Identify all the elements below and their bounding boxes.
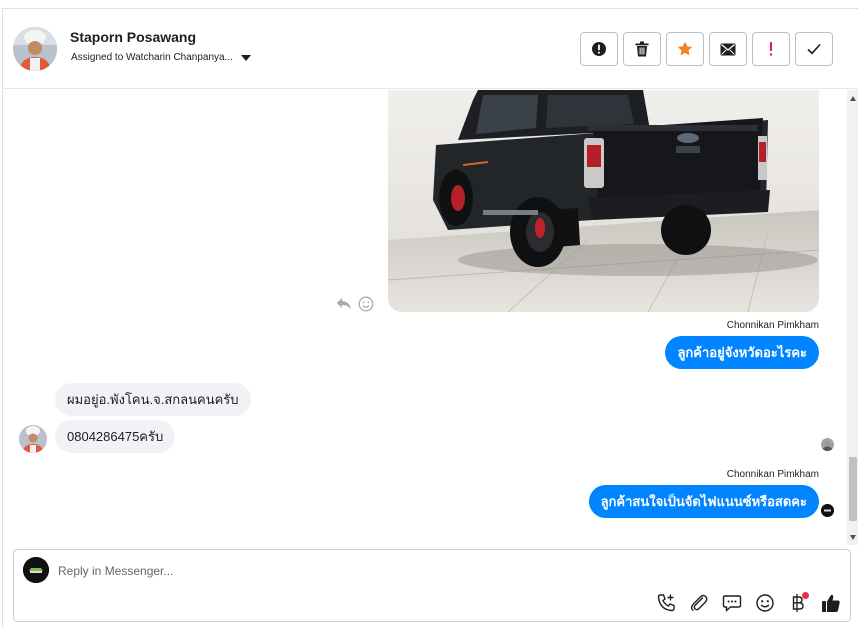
sender-name: Chonnikan Pimkham bbox=[726, 320, 819, 331]
conversation-actions bbox=[580, 32, 833, 66]
emoji-react-icon[interactable] bbox=[358, 296, 374, 312]
scroll-down-arrow-icon[interactable] bbox=[850, 535, 856, 540]
smiley-icon bbox=[756, 594, 774, 612]
reply-icon[interactable] bbox=[336, 297, 352, 311]
star-icon bbox=[677, 41, 693, 56]
attach-button[interactable] bbox=[688, 592, 710, 614]
check-icon bbox=[807, 43, 821, 55]
emoji-button[interactable] bbox=[754, 592, 776, 614]
mark-done-button[interactable] bbox=[795, 32, 833, 66]
contact-avatar-small bbox=[19, 425, 47, 453]
mark-important-button[interactable] bbox=[752, 32, 790, 66]
chevron-down-icon bbox=[240, 54, 251, 61]
report-spam-button[interactable] bbox=[580, 32, 618, 66]
sender-name: Chonnikan Pimkham bbox=[726, 469, 819, 480]
scroll-thumb[interactable] bbox=[849, 457, 857, 521]
saved-replies-button[interactable] bbox=[721, 592, 743, 614]
contact-name: Staporn Posawang bbox=[70, 29, 197, 45]
assignee-dropdown[interactable]: Assigned to Watcharin Chanpanya... bbox=[71, 52, 251, 63]
outgoing-message[interactable]: ลูกค้าสนใจเป็นจัดไฟแนนซ์หรือสดคะ bbox=[588, 485, 819, 518]
notification-dot bbox=[802, 592, 809, 599]
paperclip-icon bbox=[690, 594, 708, 611]
contact-avatar[interactable] bbox=[13, 27, 57, 71]
exclamation-icon bbox=[769, 42, 773, 56]
page-logo-avatar bbox=[23, 557, 49, 583]
composer-tools bbox=[655, 592, 842, 614]
pickup-truck-photo bbox=[388, 90, 819, 312]
call-button[interactable] bbox=[655, 592, 677, 614]
conversation-panel: Staporn Posawang Assigned to Watcharin C… bbox=[2, 8, 858, 627]
incoming-message[interactable]: ผมอยู่อ.พังโคน.จ.สกลนคนครับ bbox=[55, 383, 251, 416]
incoming-message[interactable]: 0804286475ครับ bbox=[55, 420, 176, 453]
page-read-receipt-icon bbox=[821, 504, 834, 517]
mark-unread-button[interactable] bbox=[709, 32, 747, 66]
attachment-photo[interactable] bbox=[388, 90, 819, 312]
message-scrollbar[interactable] bbox=[847, 90, 858, 545]
like-button[interactable] bbox=[820, 592, 842, 614]
star-button[interactable] bbox=[666, 32, 704, 66]
seen-by-contact-avatar bbox=[821, 438, 834, 451]
chat-bubble-icon bbox=[722, 595, 742, 613]
scroll-up-arrow-icon[interactable] bbox=[850, 96, 856, 101]
envelope-icon bbox=[720, 43, 736, 55]
message-thread[interactable]: Chonnikan Pimkham ลูกค้าอยู่จังหวัดอะไรค… bbox=[3, 90, 858, 545]
thumbs-up-icon bbox=[822, 594, 840, 612]
reply-input[interactable] bbox=[58, 560, 558, 582]
conversation-header: Staporn Posawang Assigned to Watcharin C… bbox=[3, 9, 858, 89]
delete-button[interactable] bbox=[623, 32, 661, 66]
outgoing-message[interactable]: ลูกค้าอยู่จังหวัดอะไรคะ bbox=[665, 336, 819, 369]
assignee-label: Assigned to Watcharin Chanpanya... bbox=[71, 52, 233, 63]
phone-add-icon bbox=[657, 594, 675, 612]
reply-composer bbox=[13, 549, 851, 622]
trash-icon bbox=[635, 41, 649, 57]
payment-button[interactable] bbox=[787, 592, 809, 614]
alert-circle-icon bbox=[592, 42, 606, 56]
photo-actions bbox=[336, 296, 374, 312]
